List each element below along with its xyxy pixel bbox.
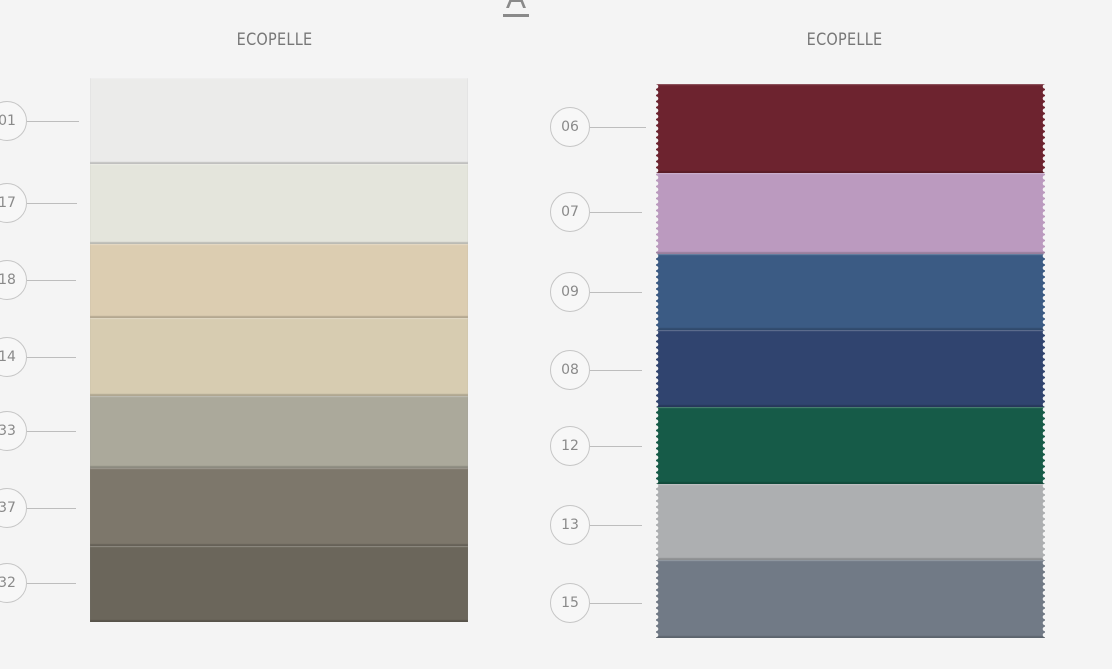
swatch-32[interactable] [90, 546, 468, 622]
swatch-09[interactable] [656, 254, 1045, 330]
swatch-17[interactable] [90, 164, 468, 244]
code-badge: 33 [0, 411, 27, 451]
leader-line [27, 431, 76, 432]
code-badge: 32 [0, 563, 27, 603]
leader-line [27, 121, 79, 122]
code-badge: 17 [0, 183, 27, 223]
code-badge: 01 [0, 101, 27, 141]
code-badge: 09 [550, 272, 590, 312]
leader-line [27, 583, 76, 584]
leader-line [590, 603, 642, 604]
code-badge: 15 [550, 583, 590, 623]
swatch-06[interactable] [656, 84, 1045, 173]
code-badge: 06 [550, 107, 590, 147]
code-badge: 08 [550, 350, 590, 390]
leader-line [27, 203, 77, 204]
swatch-14[interactable] [90, 318, 468, 396]
code-badge: 12 [550, 426, 590, 466]
swatch-13[interactable] [656, 484, 1045, 560]
swatch-12[interactable] [656, 407, 1045, 484]
leader-line [27, 280, 76, 281]
code-badge: 07 [550, 192, 590, 232]
swatch-15[interactable] [656, 560, 1045, 638]
swatch-01[interactable] [90, 78, 468, 164]
swatch-08[interactable] [656, 330, 1045, 407]
leader-line [27, 357, 76, 358]
section-letter: A [503, 0, 529, 17]
right-column-title: ECOPELLE [806, 30, 883, 50]
leader-line [590, 525, 642, 526]
leader-line [590, 212, 642, 213]
leader-line [590, 292, 642, 293]
left-column-title: ECOPELLE [236, 30, 313, 50]
leader-line [590, 370, 642, 371]
leader-line [590, 127, 646, 128]
code-badge: 13 [550, 505, 590, 545]
code-badge: 14 [0, 337, 27, 377]
swatch-37[interactable] [90, 468, 468, 546]
swatch-33[interactable] [90, 396, 468, 468]
leader-line [590, 446, 642, 447]
leader-line [27, 508, 76, 509]
swatch-18[interactable] [90, 244, 468, 318]
code-badge: 18 [0, 260, 27, 300]
swatch-07[interactable] [656, 173, 1045, 254]
code-badge: 37 [0, 488, 27, 528]
